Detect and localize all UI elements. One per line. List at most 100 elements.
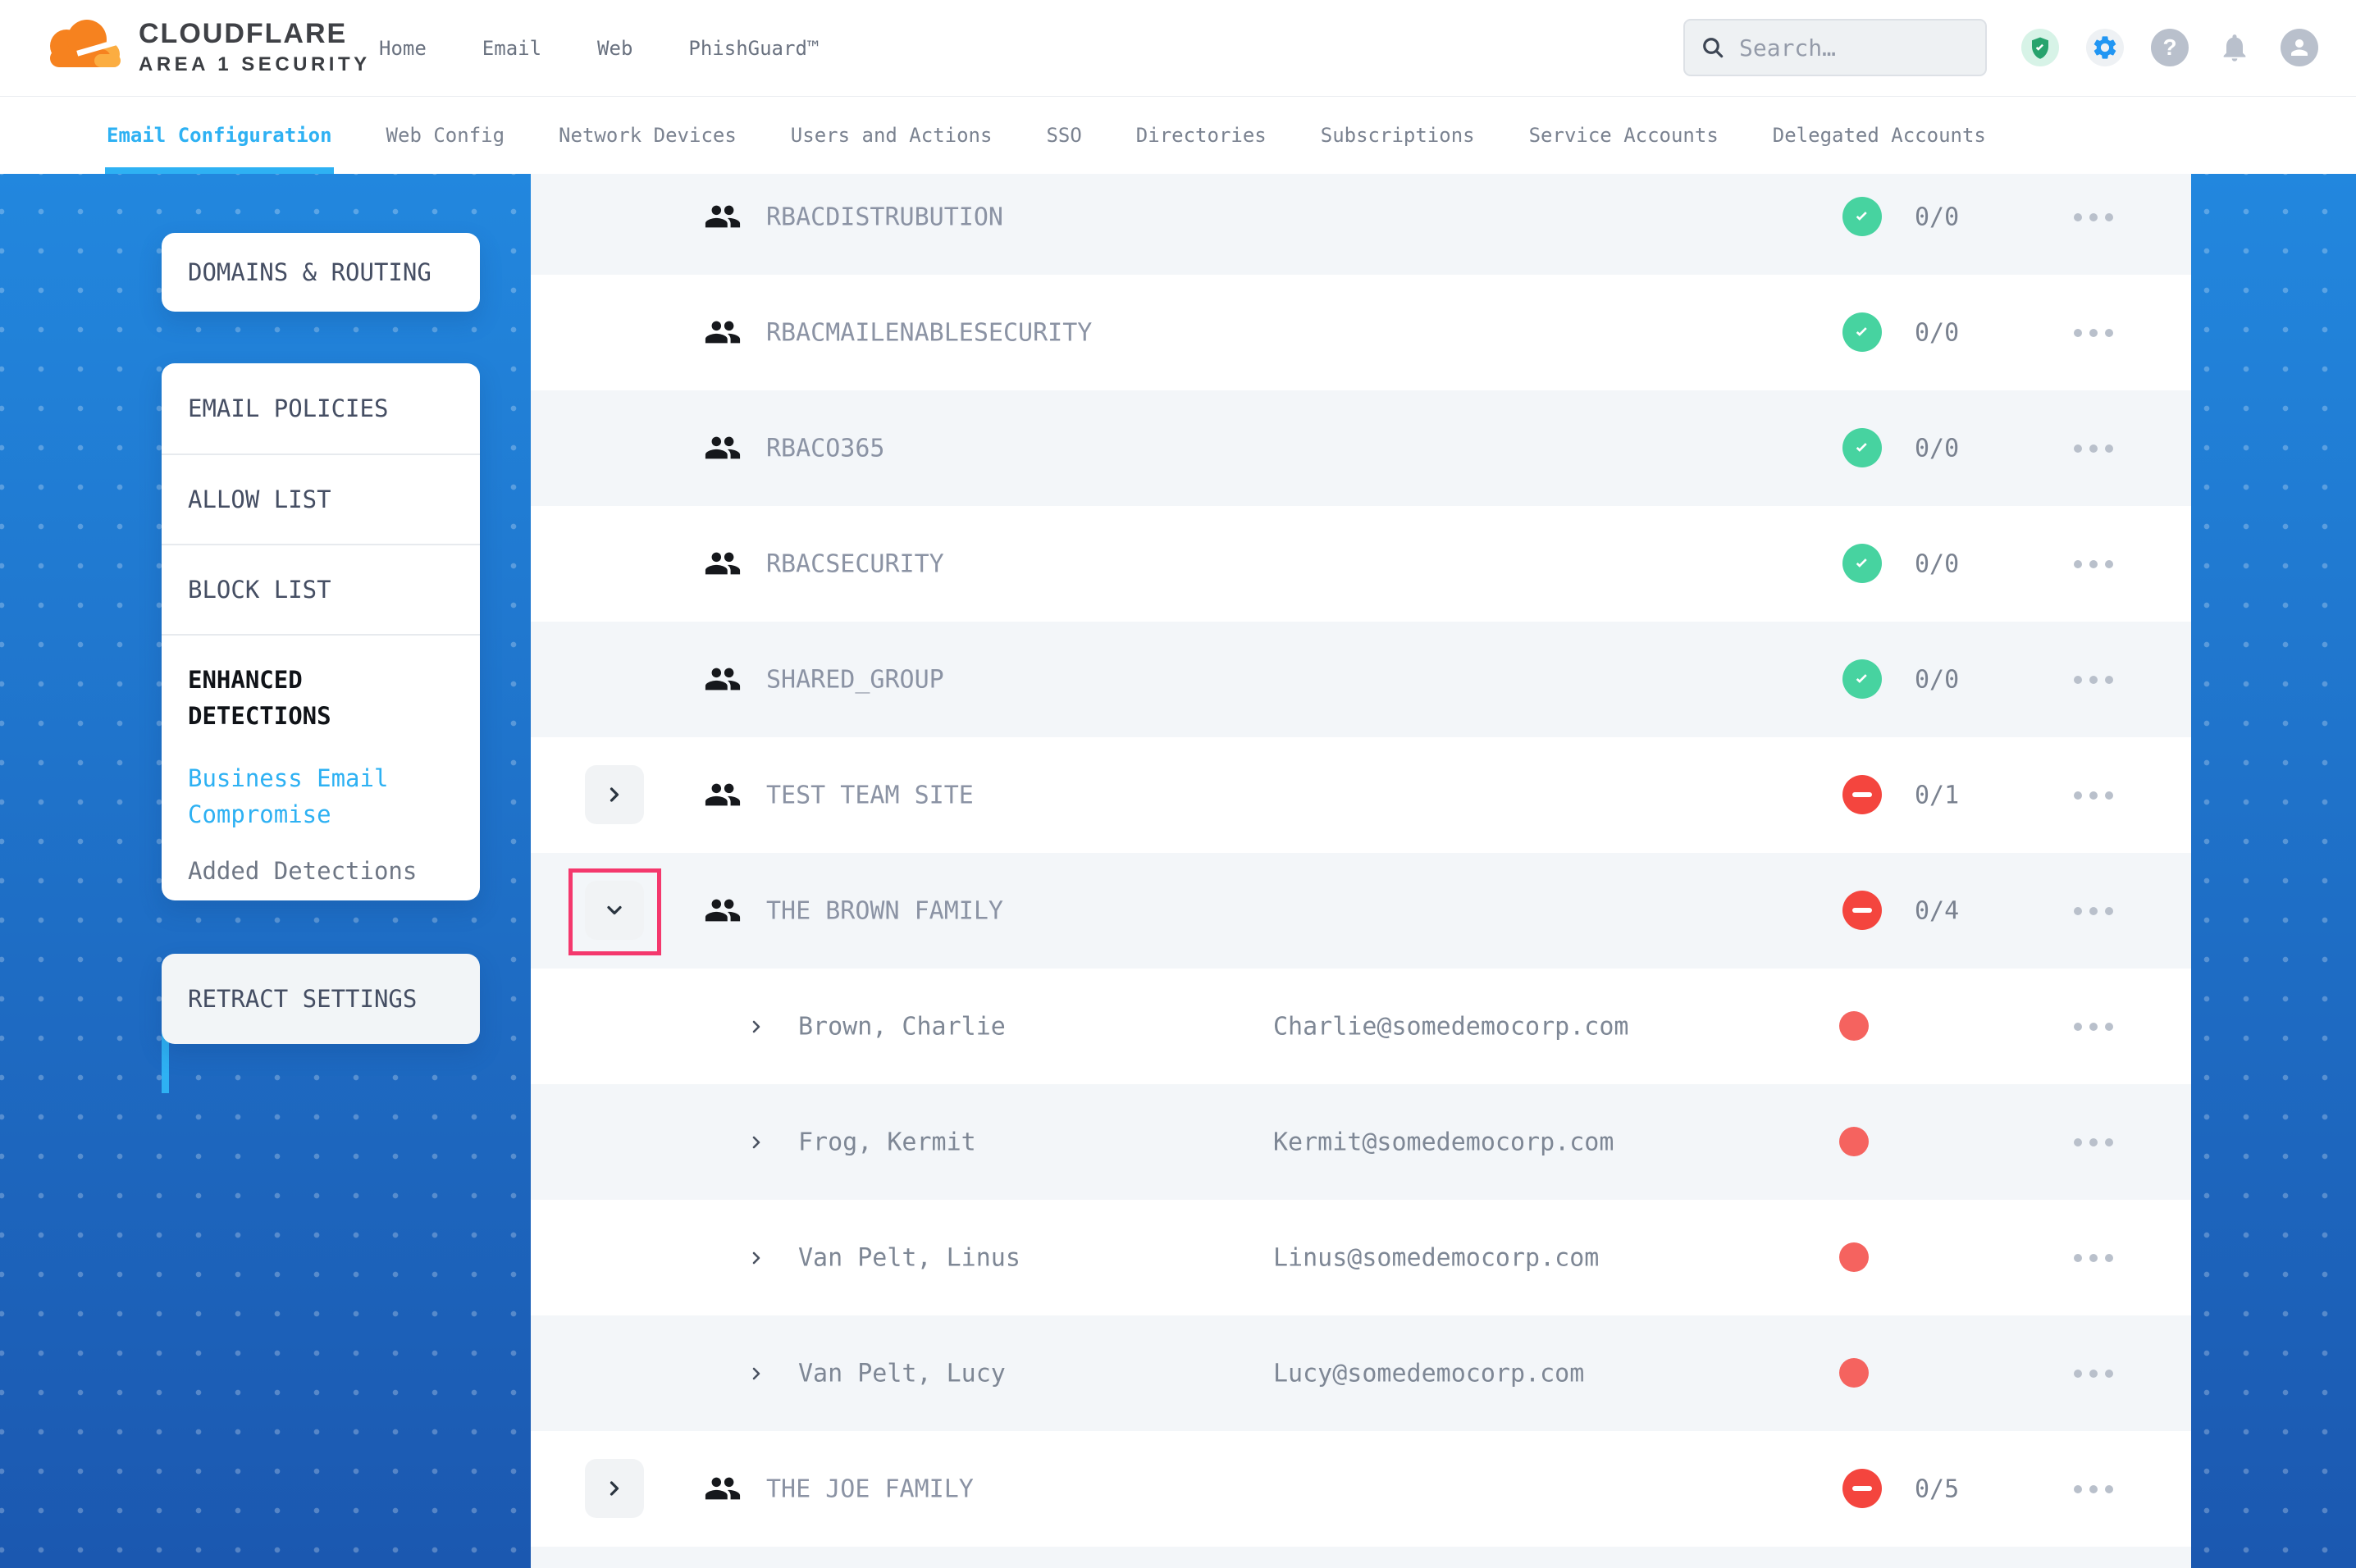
member-name: Brown, Charlie: [798, 1012, 1006, 1041]
status-badge-blocked: [1842, 775, 1882, 814]
group-list: RBACDISTRUBUTION0/0RBACMAILENABLESECURIT…: [531, 174, 2191, 1568]
table-row: RBACO3650/0: [531, 390, 2191, 506]
row-menu-button[interactable]: [2074, 907, 2113, 915]
settings-gear-icon[interactable]: [2086, 29, 2124, 66]
nav-link-web[interactable]: Web: [597, 37, 632, 60]
group-people-icon: [704, 891, 742, 929]
tab-email-configuration[interactable]: Email Configuration: [107, 96, 332, 174]
status-badge-ok: [1842, 659, 1882, 699]
row-menu-button[interactable]: [2074, 1370, 2113, 1378]
table-row: Brown, Charlie Charlie@somedemocorp.com: [531, 969, 2191, 1084]
search-icon: [1700, 34, 1726, 61]
status-badge-ok: [1842, 544, 1882, 583]
row-menu-button[interactable]: [2074, 1485, 2113, 1493]
tab-directories[interactable]: Directories: [1136, 96, 1267, 174]
group-name: RBACMAILENABLESECURITY: [766, 318, 1092, 347]
chevron-right-icon[interactable]: [747, 1364, 766, 1383]
brand-subtitle: AREA 1 SECURITY: [139, 53, 371, 76]
member-count: 0/5: [1915, 1475, 1959, 1503]
tab-delegated-accounts[interactable]: Delegated Accounts: [1773, 96, 1986, 174]
member-count: 0/4: [1915, 896, 1959, 925]
sidebar-item-allow-list[interactable]: ALLOW LIST: [162, 455, 480, 545]
row-menu-button[interactable]: [2074, 329, 2113, 337]
app-window: CLOUDFLARE AREA 1 SECURITY Home Email Web P…: [0, 0, 2356, 1568]
status-badge-blocked: [1842, 1469, 1882, 1508]
member-name: Van Pelt, Linus: [798, 1243, 1020, 1272]
nav-link-phishguard[interactable]: PhishGuard™: [688, 37, 819, 60]
group-people-icon: [704, 198, 742, 235]
expander-expand-button[interactable]: [585, 765, 644, 824]
annotation-highlight-box: [568, 868, 661, 955]
chevron-right-icon: [603, 783, 626, 806]
help-question-glyph: ?: [2162, 34, 2176, 61]
sidebar-item-label: ALLOW LIST: [188, 485, 331, 513]
security-shield-icon[interactable]: [2021, 29, 2059, 66]
sidebar-item-label: BLOCK LIST: [188, 576, 331, 604]
top-bar: CLOUDFLARE AREA 1 SECURITY Home Email Web P…: [0, 0, 2356, 97]
member-email: Lucy@somedemocorp.com: [1273, 1359, 1584, 1388]
status-dot-blocked: [1839, 1127, 1869, 1156]
member-email: Charlie@somedemocorp.com: [1273, 1012, 1628, 1041]
group-name: RBACSECURITY: [766, 549, 944, 578]
help-icon[interactable]: ?: [2151, 29, 2189, 66]
sidebar-item-domains-routing[interactable]: DOMAINS & ROUTING: [188, 258, 431, 286]
group-name: TEST TEAM SITE: [766, 781, 974, 809]
table-row: SHARED_GROUP0/0: [531, 622, 2191, 737]
status-dot-blocked: [1839, 1358, 1869, 1388]
table-row: RBACSECURITY0/0: [531, 506, 2191, 622]
member-count: 0/0: [1915, 665, 1959, 694]
member-count: 0/1: [1915, 781, 1959, 809]
tab-network-devices[interactable]: Network Devices: [559, 96, 737, 174]
row-menu-button[interactable]: [2074, 444, 2113, 453]
row-menu-button[interactable]: [2074, 1023, 2113, 1031]
chevron-right-icon[interactable]: [747, 1133, 766, 1152]
sidebar-card-retract-settings[interactable]: RETRACT SETTINGS: [162, 954, 480, 1044]
row-menu-button[interactable]: [2074, 1254, 2113, 1262]
sidebar-card-domains-routing[interactable]: DOMAINS & ROUTING: [162, 233, 480, 312]
group-people-icon: [704, 776, 742, 814]
row-menu-button[interactable]: [2074, 1138, 2113, 1146]
group-people-icon: [704, 545, 742, 582]
header-icon-cluster: ?: [2021, 29, 2318, 66]
row-menu-button[interactable]: [2074, 676, 2113, 684]
group-name: RBACDISTRUBUTION: [766, 203, 1003, 231]
tab-web-config[interactable]: Web Config: [386, 96, 505, 174]
user-avatar-icon[interactable]: [2281, 29, 2318, 66]
tab-users-and-actions[interactable]: Users and Actions: [791, 96, 993, 174]
table-row: THE JOE FAMILY 0/5: [531, 1431, 2191, 1547]
top-nav: Home Email Web PhishGuard™: [379, 0, 819, 96]
chevron-right-icon: [603, 1477, 626, 1500]
row-menu-button[interactable]: [2074, 213, 2113, 221]
table-row: RBACMAILENABLESECURITY0/0: [531, 275, 2191, 390]
sidebar-item-retract-settings[interactable]: RETRACT SETTINGS: [188, 985, 417, 1013]
chevron-right-icon[interactable]: [747, 1017, 766, 1037]
chevron-right-icon[interactable]: [747, 1248, 766, 1268]
nav-link-home[interactable]: Home: [379, 37, 427, 60]
search-input[interactable]: [1737, 34, 1985, 62]
sidebar-item-block-list[interactable]: BLOCK LIST: [162, 545, 480, 636]
group-people-icon: [704, 660, 742, 698]
status-badge-ok: [1842, 197, 1882, 236]
member-name: Frog, Kermit: [798, 1128, 976, 1156]
member-email: Linus@somedemocorp.com: [1273, 1243, 1599, 1272]
brand-name: CLOUDFLARE: [139, 18, 371, 50]
tab-service-accounts[interactable]: Service Accounts: [1529, 96, 1719, 174]
sidebar-item-business-email-compromise[interactable]: Business Email Compromise: [188, 760, 459, 832]
nav-link-email[interactable]: Email: [482, 37, 541, 60]
table-row: RBACDISTRUBUTION0/0: [531, 174, 2191, 275]
notifications-bell-icon[interactable]: [2216, 29, 2253, 66]
table-row: [531, 1547, 2191, 1568]
expander-expand-button[interactable]: [585, 1459, 644, 1518]
row-menu-button[interactable]: [2074, 560, 2113, 568]
row-menu-button[interactable]: [2074, 791, 2113, 800]
sidebar-item-added-detections[interactable]: Added Detections: [188, 857, 480, 885]
group-people-icon: [704, 429, 742, 467]
sidebar-item-label: EMAIL POLICIES: [188, 394, 388, 422]
tab-subscriptions[interactable]: Subscriptions: [1321, 96, 1475, 174]
group-name: RBACO365: [766, 434, 885, 463]
sidebar-item-email-policies[interactable]: EMAIL POLICIES: [162, 363, 480, 455]
group-people-icon: [704, 1470, 742, 1507]
status-badge-ok: [1842, 312, 1882, 352]
tab-sso[interactable]: SSO: [1046, 96, 1081, 174]
group-name: THE JOE FAMILY: [766, 1475, 974, 1503]
